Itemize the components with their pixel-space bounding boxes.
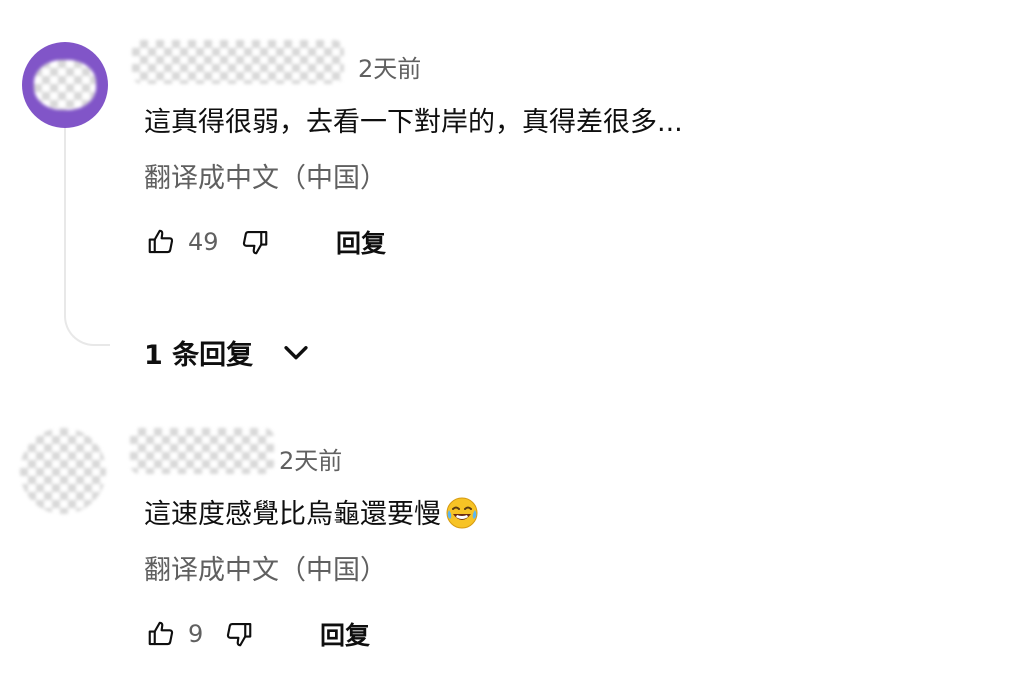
comment-actions: 49 回复 xyxy=(144,222,386,262)
comment: 2天前 這速度感覺比烏龜還要慢 翻译成中文（中国） 9 回复 xyxy=(0,410,1010,694)
like-button[interactable] xyxy=(144,225,178,259)
avatar-blur-mask xyxy=(20,428,106,514)
comment-timestamp[interactable]: 2天前 xyxy=(279,441,342,476)
thumbs-down-icon xyxy=(226,622,252,647)
comment: 2天前 這真得很弱，去看一下對岸的，真得差很多... 翻译成中文（中国） 49 … xyxy=(0,0,1010,400)
username-blurred[interactable] xyxy=(132,40,344,84)
translate-link[interactable]: 翻译成中文（中国） xyxy=(144,156,387,195)
avatar-blur-mask xyxy=(34,60,96,110)
avatar[interactable] xyxy=(22,42,108,128)
username-blurred[interactable] xyxy=(130,428,274,474)
comment-text: 這速度感覺比烏龜還要慢 xyxy=(144,499,441,530)
view-replies-button[interactable]: 1 条回复 xyxy=(144,332,313,372)
translate-link[interactable]: 翻译成中文（中国） xyxy=(144,548,387,587)
comment-actions: 9 回复 xyxy=(144,614,370,654)
like-count: 9 xyxy=(188,620,204,648)
like-count: 49 xyxy=(188,228,219,256)
dislike-button[interactable] xyxy=(238,225,272,259)
thumbs-up-icon xyxy=(148,621,174,646)
replies-count-label: 1 条回复 xyxy=(144,339,254,371)
dislike-button[interactable] xyxy=(222,617,256,651)
face-with-tears-of-joy-icon xyxy=(445,496,479,530)
comment-text-row: 這速度感覺比烏龜還要慢 xyxy=(144,492,479,531)
avatar[interactable] xyxy=(16,424,110,518)
reply-button[interactable]: 回复 xyxy=(320,616,370,652)
thumbs-up-icon xyxy=(148,229,174,254)
reply-button[interactable]: 回复 xyxy=(336,224,386,260)
thumbs-down-icon xyxy=(242,230,268,255)
comment-text: 這真得很弱，去看一下對岸的，真得差很多... xyxy=(144,107,683,138)
like-button[interactable] xyxy=(144,617,178,651)
thread-connector-line xyxy=(64,128,110,346)
comment-timestamp[interactable]: 2天前 xyxy=(358,49,421,84)
chevron-down-icon xyxy=(279,335,313,369)
